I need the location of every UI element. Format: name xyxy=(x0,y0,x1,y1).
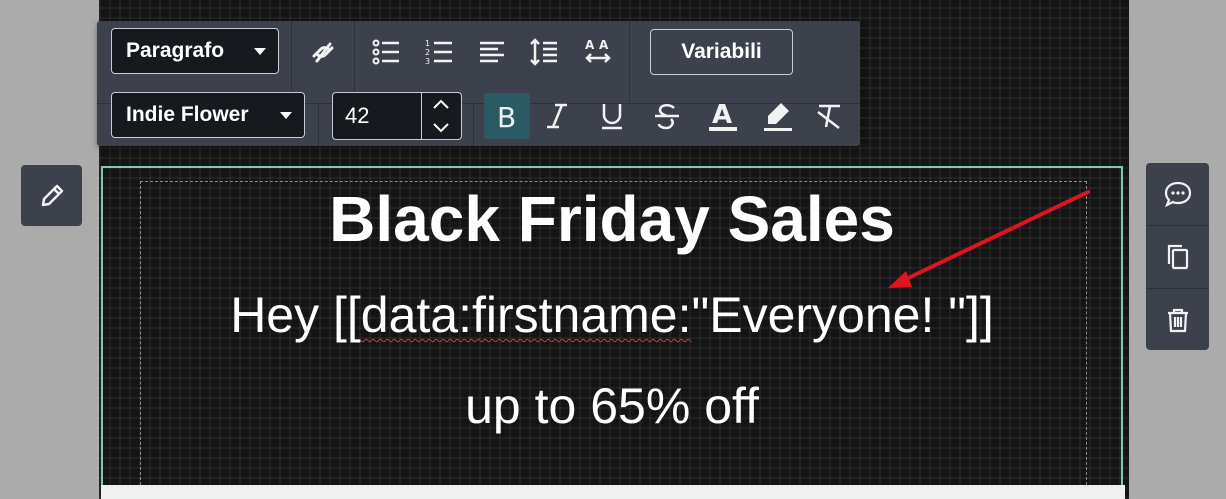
chevron-down-icon[interactable] xyxy=(430,120,452,134)
paragraph-format-select[interactable]: Paragrafo xyxy=(111,28,279,74)
clear-format-icon[interactable] xyxy=(806,93,852,139)
svg-text:2: 2 xyxy=(425,48,430,57)
toolbar-divider xyxy=(318,104,319,146)
chevron-down-icon xyxy=(280,112,292,119)
stepper-divider xyxy=(421,93,422,139)
italic-icon[interactable] xyxy=(534,93,580,139)
line-height-icon[interactable] xyxy=(521,29,567,75)
link-off-icon[interactable] xyxy=(300,29,346,75)
numbered-list-icon[interactable]: 123 xyxy=(416,29,462,75)
duplicate-icon xyxy=(1167,244,1188,270)
chevron-up-icon[interactable] xyxy=(430,98,452,112)
duplicate-button[interactable] xyxy=(1146,226,1209,288)
font-size-stepper[interactable]: 42 xyxy=(332,92,462,140)
delete-button[interactable] xyxy=(1146,289,1209,351)
comment-button[interactable] xyxy=(1146,163,1209,225)
svg-text:B: B xyxy=(497,101,516,132)
edit-block-button[interactable] xyxy=(21,165,82,226)
align-left-icon[interactable] xyxy=(469,29,515,75)
paragraph-format-value: Paragrafo xyxy=(126,39,225,62)
svg-text:A: A xyxy=(585,38,595,52)
chevron-down-icon xyxy=(254,48,266,55)
font-family-value: Indie Flower xyxy=(126,103,249,126)
comment-icon xyxy=(1164,181,1191,208)
svg-text:A: A xyxy=(599,38,609,52)
trash-icon xyxy=(1167,308,1188,333)
underline-icon[interactable] xyxy=(589,93,635,139)
toolbar-divider xyxy=(354,21,355,103)
pencil-icon xyxy=(41,184,63,206)
font-size-value: 42 xyxy=(345,103,370,128)
toolbar-divider xyxy=(629,21,630,103)
block-actions-bar xyxy=(1146,163,1209,350)
strikethrough-icon[interactable] xyxy=(644,93,690,139)
toolbar-divider xyxy=(291,21,292,103)
svg-text:3: 3 xyxy=(425,57,430,66)
variables-button[interactable]: Variabili xyxy=(650,29,793,75)
svg-text:A: A xyxy=(712,100,732,130)
text-direction-icon[interactable]: AA xyxy=(575,29,621,75)
highlight-icon[interactable] xyxy=(755,93,801,139)
svg-text:1: 1 xyxy=(425,39,430,48)
bullet-list-icon[interactable] xyxy=(363,29,409,75)
text-color-icon[interactable]: A xyxy=(700,93,746,139)
toolbar-divider xyxy=(473,104,474,146)
font-family-select[interactable]: Indie Flower xyxy=(111,92,305,138)
bold-icon[interactable]: B xyxy=(484,93,530,139)
